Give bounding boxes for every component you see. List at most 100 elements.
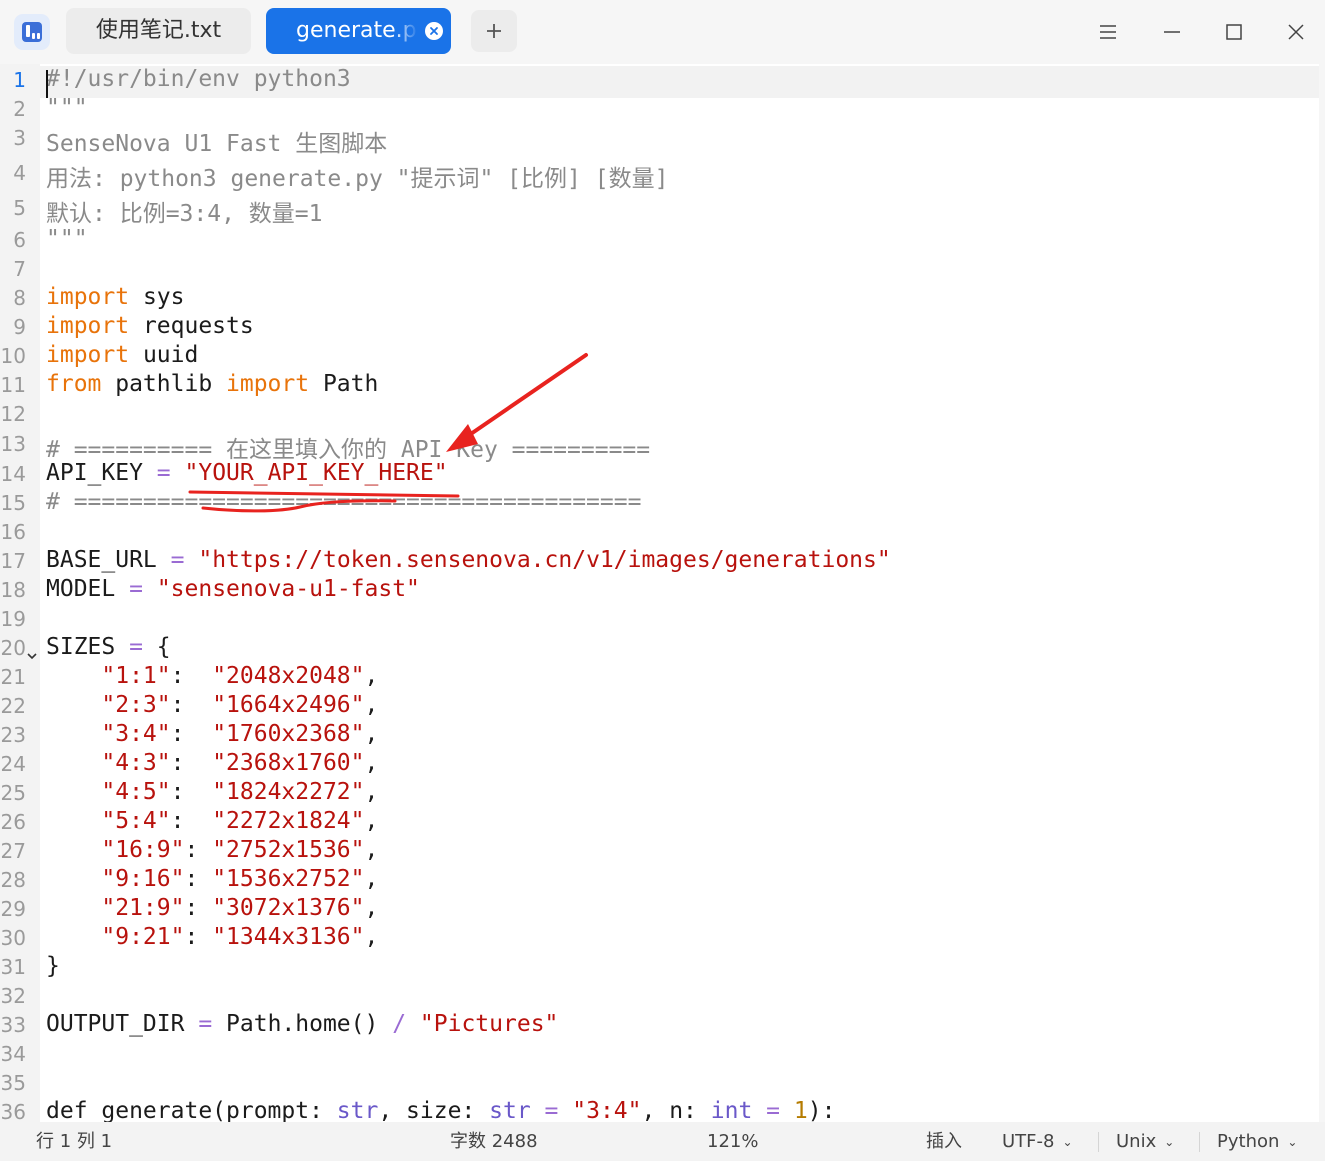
code-line[interactable]: "4:3": "2368x1760",: [46, 750, 378, 776]
line-number[interactable]: 2: [0, 97, 26, 121]
line-number[interactable]: 13: [0, 432, 26, 456]
line-number[interactable]: 6: [0, 228, 26, 252]
line-number[interactable]: 18: [0, 578, 26, 602]
line-number[interactable]: 35: [0, 1071, 26, 1095]
code-line[interactable]: import uuid: [46, 342, 198, 368]
add-tab-button[interactable]: [471, 10, 517, 52]
line-number[interactable]: 29: [0, 897, 26, 921]
line-number-gutter: 1 2 3 4 5 6 7 8 9 10 11 12 13 14 15 16 17 18 19 20 21 22 23 24 2…: [0, 64, 40, 1122]
code-token: "2048x2048": [212, 663, 365, 689]
line-number[interactable]: 30: [0, 926, 26, 950]
code-line[interactable]: "2:3": "1664x2496",: [46, 692, 378, 718]
line-number[interactable]: 34: [0, 1042, 26, 1066]
line-number[interactable]: 9: [0, 315, 26, 339]
line-number[interactable]: 32: [0, 984, 26, 1008]
app-logo-icon[interactable]: [14, 14, 50, 50]
code-line[interactable]: "3:4": "1760x2368",: [46, 721, 378, 747]
line-number[interactable]: 19: [0, 607, 26, 631]
line-number[interactable]: 4: [0, 161, 26, 185]
line-number[interactable]: 10: [0, 344, 26, 368]
code-line[interactable]: # ======================================…: [46, 489, 641, 515]
code-line[interactable]: MODEL = "sensenova-u1-fast": [46, 576, 420, 602]
line-number[interactable]: 15: [0, 491, 26, 515]
minimize-button[interactable]: [1156, 16, 1188, 48]
code-line[interactable]: "16:9": "2752x1536",: [46, 837, 378, 863]
line-number[interactable]: 26: [0, 810, 26, 834]
maximize-button[interactable]: [1218, 16, 1250, 48]
code-line[interactable]: BASE_URL = "https://token.sensenova.cn/v…: [46, 547, 891, 573]
code-token: requests: [129, 313, 254, 339]
code-line[interactable]: def generate(prompt: str, size: str = "3…: [46, 1098, 835, 1122]
code-token: , size:: [378, 1098, 490, 1122]
line-number[interactable]: 3: [0, 126, 26, 150]
code-line[interactable]: "5:4": "2272x1824",: [46, 808, 378, 834]
code-line[interactable]: 用法: python3 generate.py "提示词" [比例] [数量]: [46, 159, 668, 193]
code-line[interactable]: 默认: 比例=3:4, 数量=1: [46, 194, 322, 228]
close-tab-icon[interactable]: [425, 22, 443, 40]
line-number[interactable]: 20: [0, 636, 26, 660]
line-number[interactable]: 36: [0, 1100, 26, 1122]
zoom-level[interactable]: 121%: [707, 1122, 758, 1161]
insert-mode[interactable]: 插入: [926, 1122, 962, 1161]
code-line[interactable]: API_KEY = "YOUR_API_KEY_HERE": [46, 460, 448, 486]
code-line[interactable]: SenseNova U1 Fast 生图脚本: [46, 124, 387, 158]
close-icon: [1288, 24, 1304, 40]
line-number[interactable]: 8: [0, 286, 26, 310]
code-line[interactable]: import requests: [46, 313, 254, 339]
tab-generate-py[interactable]: generate.py: [266, 8, 451, 54]
code-token: pathlib: [101, 371, 227, 397]
line-number[interactable]: 16: [0, 520, 26, 544]
code-line[interactable]: "21:9": "3072x1376",: [46, 895, 378, 921]
line-number[interactable]: 5: [0, 196, 26, 220]
line-number[interactable]: 7: [0, 257, 26, 281]
line-number[interactable]: 17: [0, 549, 26, 573]
tab-usage-notes[interactable]: 使用笔记.txt: [66, 8, 251, 54]
line-number[interactable]: 14: [0, 462, 26, 486]
line-number[interactable]: 1: [0, 68, 26, 92]
code-editor[interactable]: 1 2 3 4 5 6 7 8 9 10 11 12 13 14 15 16 17 18 19 20 21 22 23 24 2…: [0, 64, 1325, 1122]
code-line[interactable]: SIZES = {: [46, 634, 171, 660]
line-number[interactable]: 31: [0, 955, 26, 979]
fold-toggle-icon[interactable]: [27, 646, 37, 665]
line-number[interactable]: 22: [0, 694, 26, 718]
close-window-button[interactable]: [1280, 16, 1312, 48]
cursor-position[interactable]: 行 1 列 1: [36, 1122, 112, 1161]
code-token: "16:9": [101, 837, 185, 863]
line-number[interactable]: 12: [0, 402, 26, 426]
line-number[interactable]: 25: [0, 781, 26, 805]
code-line[interactable]: # ========== 在这里填入你的 API Key ==========: [46, 430, 650, 464]
code-token: ,: [364, 779, 379, 805]
line-number[interactable]: 11: [0, 373, 26, 397]
code-token: =: [156, 460, 171, 486]
line-number[interactable]: 33: [0, 1013, 26, 1037]
code-line[interactable]: "9:21": "1344x3136",: [46, 924, 378, 950]
code-line[interactable]: """: [46, 95, 88, 121]
code-token: SIZES: [46, 634, 130, 660]
code-line[interactable]: import sys: [46, 284, 184, 310]
menu-button[interactable]: [1092, 16, 1124, 48]
code-line[interactable]: "4:5": "1824x2272",: [46, 779, 378, 805]
encoding-select[interactable]: UTF-8 ⌄: [1002, 1122, 1073, 1162]
language-select[interactable]: Python ⌄: [1217, 1122, 1297, 1162]
code-line[interactable]: "1:1": "2048x2048",: [46, 663, 378, 689]
code-line[interactable]: }: [46, 953, 60, 979]
line-number[interactable]: 21: [0, 665, 26, 689]
code-token: 用法: python3 generate.py "提示词" [比例] [数量]: [46, 166, 669, 192]
line-number[interactable]: 28: [0, 868, 26, 892]
code-line[interactable]: from pathlib import Path: [46, 371, 378, 397]
code-line[interactable]: "9:16": "1536x2752",: [46, 866, 378, 892]
code-line[interactable]: #!/usr/bin/env python3: [46, 66, 351, 92]
line-ending-select[interactable]: Unix ⌄: [1116, 1122, 1174, 1162]
scrollbar-track[interactable]: [1319, 64, 1325, 1122]
code-line[interactable]: """: [46, 226, 88, 252]
line-number[interactable]: 23: [0, 723, 26, 747]
code-token: ,: [364, 924, 379, 950]
code-line[interactable]: OUTPUT_DIR = Path.home() / "Pictures": [46, 1011, 558, 1037]
line-number[interactable]: 27: [0, 839, 26, 863]
line-number[interactable]: 24: [0, 752, 26, 776]
